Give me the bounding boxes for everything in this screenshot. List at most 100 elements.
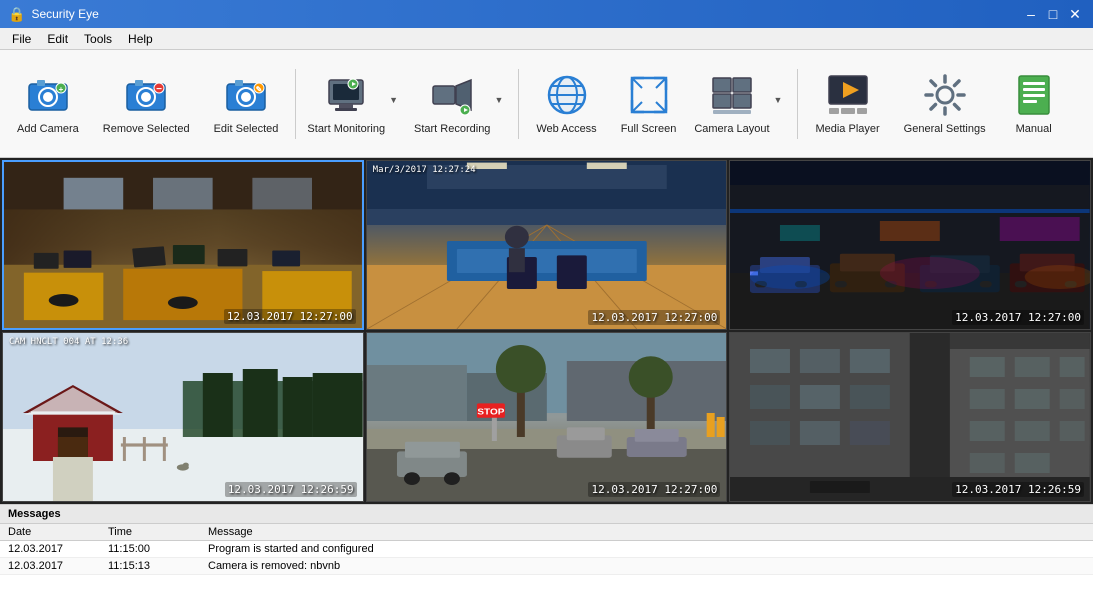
restore-button[interactable]: □: [1043, 4, 1063, 24]
add-camera-button[interactable]: + Add Camera: [6, 59, 90, 149]
manual-label: Manual: [1016, 123, 1052, 136]
close-button[interactable]: ✕: [1065, 4, 1085, 24]
general-settings-label: General Settings: [904, 123, 986, 136]
camera-6-timestamp: 12.03.2017 12:26:59: [952, 482, 1084, 497]
recording-icon: [428, 71, 476, 119]
cam5-background: STOP: [367, 333, 727, 501]
media-player-label: Media Player: [815, 123, 879, 136]
menu-file[interactable]: File: [4, 30, 39, 48]
message-row: 12.03.201711:15:00Program is started and…: [0, 541, 1093, 558]
col-message: Message: [200, 524, 1093, 541]
general-settings-button[interactable]: General Settings: [893, 59, 997, 149]
remove-camera-icon: −: [122, 71, 170, 119]
start-monitoring-label: Start Monitoring: [307, 123, 385, 136]
message-text: Camera is removed: nbvnb: [200, 558, 1093, 575]
add-camera-icon: +: [24, 71, 72, 119]
svg-text:−: −: [156, 84, 162, 95]
edit-selected-button[interactable]: ✎ Edit Selected: [203, 59, 290, 149]
camera-2-timestamp: 12.03.2017 12:27:00: [588, 310, 720, 325]
remove-selected-button[interactable]: − Remove Selected: [92, 59, 201, 149]
menu-tools[interactable]: Tools: [76, 30, 120, 48]
cam6-background: [730, 333, 1090, 501]
message-time: 11:15:00: [100, 541, 200, 558]
camera-4-label: CAM HNCLT 004 AT 12:36: [9, 337, 128, 347]
minimize-button[interactable]: –: [1021, 4, 1041, 24]
cam4-background: [3, 333, 363, 501]
layout-arrow[interactable]: ▼: [774, 95, 787, 113]
full-screen-button[interactable]: Full Screen: [610, 59, 688, 149]
start-recording-label: Start Recording: [414, 123, 490, 136]
remove-selected-label: Remove Selected: [103, 123, 190, 136]
full-screen-label: Full Screen: [621, 123, 677, 136]
cam1-background: [4, 162, 362, 328]
add-camera-label: Add Camera: [17, 123, 79, 136]
camera-cell-1[interactable]: 12.03.2017 12:27:00: [2, 160, 364, 330]
edit-camera-icon: ✎: [222, 71, 270, 119]
media-icon: [824, 71, 872, 119]
fullscreen-icon: [625, 71, 673, 119]
separator-1: [295, 69, 296, 139]
camera-layout-label: Camera Layout: [694, 123, 769, 136]
camera-5-timestamp: 12.03.2017 12:27:00: [588, 482, 720, 497]
app-icon: 🔒: [8, 6, 25, 23]
camera-cell-3[interactable]: 12.03.2017 12:27:00: [729, 160, 1091, 330]
messages-table-element: Date Time Message 12.03.201711:15:00Prog…: [0, 524, 1093, 575]
message-time: 11:15:13: [100, 558, 200, 575]
start-recording-button[interactable]: Start Recording ▼: [409, 59, 512, 149]
title-bar: 🔒 Security Eye – □ ✕: [0, 0, 1093, 28]
separator-2: [518, 69, 519, 139]
camera-cell-5[interactable]: STOP 12.03.2017 12:27:00: [366, 332, 728, 502]
message-date: 12.03.2017: [0, 541, 100, 558]
menu-bar: File Edit Tools Help: [0, 28, 1093, 50]
svg-text:✎: ✎: [256, 85, 263, 94]
camera-2-label: Mar/3/2017 12:27:24: [373, 165, 476, 175]
camera-feed-1: [4, 162, 362, 328]
camera-cell-6[interactable]: 12.03.2017 12:26:59: [729, 332, 1091, 502]
svg-text:STOP: STOP: [477, 408, 504, 417]
messages-table[interactable]: Date Time Message 12.03.201711:15:00Prog…: [0, 524, 1093, 614]
message-text: Program is started and configured: [200, 541, 1093, 558]
settings-icon: [921, 71, 969, 119]
camera-1-timestamp: 12.03.2017 12:27:00: [224, 309, 356, 324]
col-date: Date: [0, 524, 100, 541]
svg-text:+: +: [59, 85, 64, 94]
layout-icon: [708, 71, 756, 119]
cam2-background: [367, 161, 727, 329]
camera-feed-2: [367, 161, 727, 329]
monitoring-arrow[interactable]: ▼: [389, 95, 402, 113]
col-time: Time: [100, 524, 200, 541]
camera-feed-3: [730, 161, 1090, 329]
monitoring-icon: [322, 71, 370, 119]
menu-edit[interactable]: Edit: [39, 30, 76, 48]
manual-button[interactable]: Manual: [999, 59, 1069, 149]
cam3-background: [730, 161, 1090, 329]
media-player-button[interactable]: Media Player: [804, 59, 890, 149]
separator-3: [797, 69, 798, 139]
app-title: Security Eye: [31, 7, 98, 21]
camera-layout-button[interactable]: Camera Layout ▼: [689, 59, 791, 149]
camera-feed-5: STOP: [367, 333, 727, 501]
camera-cell-2[interactable]: Mar/3/2017 12:27:24 12.03.2017 12:27:00: [366, 160, 728, 330]
edit-selected-label: Edit Selected: [214, 123, 279, 136]
messages-header-row: Date Time Message: [0, 524, 1093, 541]
recording-arrow[interactable]: ▼: [494, 95, 507, 113]
web-icon: [543, 71, 591, 119]
camera-feed-6: [730, 333, 1090, 501]
messages-header: Messages: [0, 505, 1093, 524]
camera-4-timestamp: 12.03.2017 12:26:59: [225, 482, 357, 497]
web-access-button[interactable]: Web Access: [525, 59, 607, 149]
title-bar-left: 🔒 Security Eye: [8, 6, 99, 23]
camera-3-timestamp: 12.03.2017 12:27:00: [952, 310, 1084, 325]
start-monitoring-button[interactable]: Start Monitoring ▼: [302, 59, 407, 149]
menu-help[interactable]: Help: [120, 30, 161, 48]
messages-panel: Messages Date Time Message 12.03.201711:…: [0, 504, 1093, 614]
message-date: 12.03.2017: [0, 558, 100, 575]
message-row: 12.03.201711:15:13Camera is removed: nbv…: [0, 558, 1093, 575]
manual-icon: [1010, 71, 1058, 119]
web-access-label: Web Access: [536, 123, 596, 136]
camera-feed-4: [3, 333, 363, 501]
title-bar-controls: – □ ✕: [1021, 4, 1085, 24]
camera-cell-4[interactable]: CAM HNCLT 004 AT 12:36 12.03.2017 12:26:…: [2, 332, 364, 502]
camera-grid: 12.03.2017 12:27:00: [0, 158, 1093, 504]
toolbar: + Add Camera − Remove Selected: [0, 50, 1093, 158]
